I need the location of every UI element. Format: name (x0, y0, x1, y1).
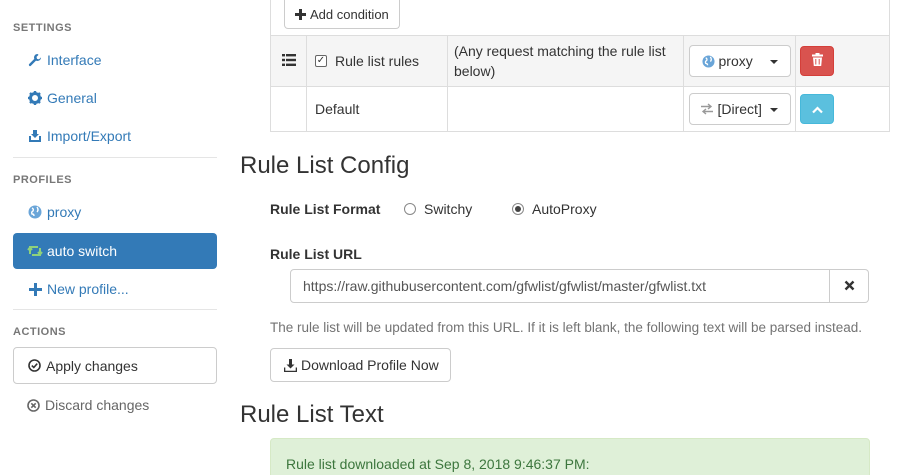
rule-name-cell: Default (307, 87, 448, 131)
rule-enabled-checkbox[interactable]: ✓ (315, 55, 327, 67)
download-profile-label: Download Profile Now (301, 357, 439, 373)
rule-profile-cell: [Direct] (684, 87, 796, 131)
default-profile-select[interactable]: [Direct] (688, 93, 791, 125)
close-circle-icon (27, 398, 40, 412)
rule-actions-cell (796, 36, 889, 86)
nav-profile-proxy-label: proxy (47, 204, 82, 220)
radio-circle (404, 203, 416, 215)
rule-list-config-heading: Rule List Config (240, 152, 410, 179)
add-condition-button[interactable]: Add condition (284, 0, 400, 29)
retweet-icon (27, 243, 43, 259)
close-icon (844, 278, 855, 294)
globe-icon (701, 54, 715, 68)
list-icon (281, 53, 296, 69)
nav-general[interactable]: General (13, 80, 217, 116)
rule-description: (Any request matching the rule list belo… (448, 36, 684, 86)
nav-import-export[interactable]: Import/Export (13, 118, 217, 154)
rule-list-help-text: The rule list will be updated from this … (270, 320, 863, 335)
download-icon (284, 358, 297, 372)
import-export-icon (27, 128, 43, 144)
caret-down-icon (769, 108, 778, 112)
empty-cell (271, 87, 307, 131)
drag-handle[interactable] (271, 36, 307, 86)
move-up-button[interactable] (800, 94, 834, 124)
sidebar-divider (13, 309, 217, 310)
format-radio-autoproxy[interactable]: AutoProxy (512, 201, 597, 217)
sidebar-divider (13, 157, 217, 158)
main-content: Add condition ✓ Rule list rules (Any req… (240, 0, 913, 475)
rule-actions-cell (796, 87, 889, 131)
delete-rule-button[interactable] (800, 46, 834, 76)
check-circle-icon (28, 359, 41, 372)
apply-changes-button[interactable]: Apply changes (13, 347, 217, 384)
rule-name-cell: ✓ Rule list rules (307, 36, 448, 86)
nav-new-profile-label: New profile... (47, 281, 129, 297)
download-profile-button[interactable]: Download Profile Now (270, 348, 451, 382)
sidebar: SETTINGS Interface General Import/Export… (0, 0, 230, 475)
rule-list-format-label: Rule List Format (270, 201, 381, 217)
nav-interface[interactable]: Interface (13, 42, 217, 78)
download-status-text: Rule list downloaded at Sep 8, 2018 9:46… (286, 456, 590, 472)
nav-interface-label: Interface (47, 52, 102, 68)
profiles-heading: PROFILES (13, 174, 73, 186)
plus-icon (295, 8, 306, 20)
nav-profile-proxy[interactable]: proxy (13, 194, 217, 230)
rule-list-url-input[interactable]: https://raw.githubusercontent.com/gfwlis… (290, 269, 830, 303)
caret-down-icon (769, 60, 778, 64)
nav-profile-auto-switch[interactable]: auto switch (13, 233, 217, 269)
radio-circle (512, 203, 524, 215)
wrench-icon (27, 52, 43, 68)
apply-changes-label: Apply changes (46, 357, 138, 374)
discard-changes-button[interactable]: Discard changes (13, 387, 217, 423)
nav-profile-auto-switch-label: auto switch (47, 243, 118, 259)
rule-description (448, 87, 684, 131)
rule-profile-cell: proxy (684, 36, 796, 86)
rule-profile-value: proxy (718, 53, 753, 69)
trash-icon (811, 53, 823, 69)
format-option-label: Switchy (424, 201, 473, 217)
add-condition-label: Add condition (310, 6, 389, 22)
nav-general-label: General (47, 90, 97, 106)
download-status-alert: Rule list downloaded at Sep 8, 2018 9:46… (270, 438, 870, 475)
rule-list-url-label: Rule List URL (270, 246, 362, 262)
rule-list-text-heading: Rule List Text (240, 401, 384, 428)
nav-new-profile[interactable]: New profile... (13, 271, 217, 307)
actions-heading: ACTIONS (13, 326, 66, 338)
settings-heading: SETTINGS (13, 22, 73, 34)
plus-icon (27, 281, 43, 297)
default-profile-value: [Direct] (717, 101, 762, 117)
gear-icon (27, 90, 43, 106)
format-radio-switchy[interactable]: Switchy (404, 201, 472, 217)
rule-profile-select[interactable]: proxy (688, 45, 791, 77)
nav-import-export-label: Import/Export (47, 128, 132, 144)
transfer-icon (700, 103, 714, 115)
discard-changes-label: Discard changes (45, 397, 150, 413)
chevron-up-icon (811, 101, 823, 117)
rule-name: Default (315, 101, 360, 117)
rule-row-default: Default [Direct] (270, 86, 890, 132)
rule-list-url-group: https://raw.githubusercontent.com/gfwlis… (290, 269, 869, 303)
rule-name: Rule list rules (335, 53, 420, 69)
globe-icon (27, 204, 43, 220)
rule-row: ✓ Rule list rules (Any request matching … (270, 35, 890, 87)
clear-url-button[interactable] (830, 269, 869, 303)
format-option-label: AutoProxy (532, 201, 597, 217)
